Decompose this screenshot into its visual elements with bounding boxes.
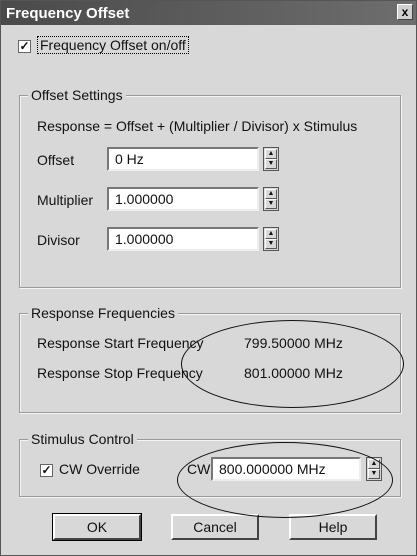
spin-down-icon[interactable]: ▼ [265,239,277,249]
window-title: Frequency Offset [6,5,130,22]
spin-up-icon[interactable]: ▲ [265,189,277,199]
offset-spinner[interactable]: ▲ ▼ [263,147,279,171]
close-button[interactable]: x [397,4,413,20]
offset-enable-checkbox[interactable]: ✓ [18,40,31,53]
response-stop-label: Response Stop Frequency [37,365,203,381]
offset-enable-label-wrap: Frequency Offset on/off [37,36,189,54]
multiplier-spinner[interactable]: ▲ ▼ [263,187,279,211]
cw-override-checkbox[interactable]: ✓ [40,464,53,477]
spin-down-icon[interactable]: ▼ [265,159,277,169]
title-bar: Frequency Offset [1,1,416,25]
spin-down-icon[interactable]: ▼ [265,199,277,209]
response-start-label: Response Start Frequency [37,335,204,351]
frequency-offset-dialog: Frequency Offset x ✓ Frequency Offset on… [0,0,417,556]
spin-up-icon[interactable]: ▲ [265,149,277,159]
response-formula: Response = Offset + (Multiplier / Diviso… [37,118,358,134]
divisor-label: Divisor [37,232,80,248]
annotation-ellipse-cw [177,442,393,518]
spin-up-icon[interactable]: ▲ [265,229,277,239]
annotation-ellipse-response [181,320,404,408]
offset-input[interactable]: 0 Hz [107,147,259,171]
cancel-button[interactable]: Cancel [171,514,259,540]
multiplier-label: Multiplier [37,192,94,208]
cw-override-label: CW Override [59,461,140,477]
stimulus-control-legend: Stimulus Control [28,431,137,447]
response-frequencies-legend: Response Frequencies [28,305,178,321]
divisor-spinner[interactable]: ▲ ▼ [263,227,279,251]
offset-enable-label[interactable]: Frequency Offset on/off [37,36,189,54]
offset-settings-legend: Offset Settings [28,87,126,103]
divisor-input[interactable]: 1.000000 [107,227,259,251]
help-button[interactable]: Help [289,514,377,540]
multiplier-input[interactable]: 1.000000 [107,187,259,211]
offset-label: Offset [37,152,75,168]
ok-button[interactable]: OK [52,513,142,541]
